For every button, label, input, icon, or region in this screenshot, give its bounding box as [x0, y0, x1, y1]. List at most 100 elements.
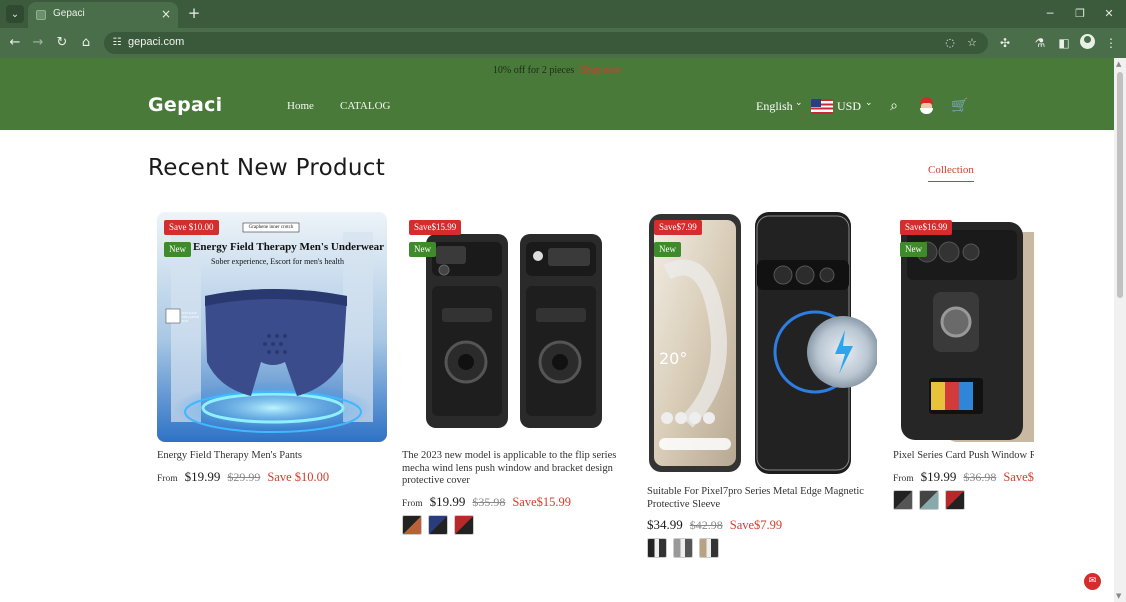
scroll-down-icon[interactable]: ▼: [1116, 592, 1121, 600]
section-title: Recent New Product: [148, 155, 386, 181]
image-caption: Energy Field Therapy Men's Underwear: [193, 241, 385, 253]
side-panel-icon[interactable]: ◧: [1055, 34, 1073, 52]
sale-price: $34.99: [647, 517, 683, 532]
image-side-label: RELEASE NEGATIVE ION: [182, 311, 200, 323]
product-image[interactable]: Save$7.99 New 20°: [647, 212, 877, 478]
save-amount: Save$15.99: [512, 495, 572, 509]
new-badge: New: [654, 242, 681, 257]
price-row: From $19.99 $36.98 Save$16.: [893, 468, 1034, 486]
sale-price: $19.99: [184, 469, 221, 484]
compare-price: $35.98: [472, 495, 506, 509]
product-image[interactable]: Save$15.99 New: [402, 212, 632, 442]
color-swatches: [402, 515, 474, 535]
home-icon[interactable]: ⌂: [77, 34, 95, 52]
browser-tab[interactable]: Gepaci ×: [28, 2, 178, 28]
announcement-bar: 10% off for 2 pieces Shop now: [0, 58, 1114, 84]
compare-price: $36.98: [963, 470, 997, 484]
more-menu-icon[interactable]: ⋮: [1102, 34, 1120, 52]
save-badge: Save $10.00: [164, 220, 219, 235]
save-amount: Save $10.00: [267, 470, 330, 484]
santa-account-icon[interactable]: [918, 97, 935, 115]
minimize-icon[interactable]: ─: [1041, 6, 1059, 22]
restore-icon[interactable]: ❐: [1071, 6, 1089, 22]
scroll-up-icon[interactable]: ▲: [1116, 60, 1121, 68]
nav-catalog[interactable]: CATALOG: [340, 100, 390, 112]
site-info-icon[interactable]: ☷: [110, 36, 124, 50]
swatch-red[interactable]: [945, 490, 965, 510]
cart-icon[interactable]: 🛒: [950, 96, 970, 116]
new-tab-plus-icon[interactable]: +: [186, 5, 202, 21]
search-icon[interactable]: ⌕: [884, 96, 904, 116]
profile-avatar-icon[interactable]: [1080, 34, 1095, 49]
price-row: From $19.99 $29.99 Save $10.00: [157, 468, 329, 486]
from-label: From: [402, 499, 423, 509]
image-temp-text: 20°: [659, 349, 688, 368]
forward-arrow-icon[interactable]: →: [29, 34, 47, 52]
new-badge: New: [409, 242, 436, 257]
new-badge: New: [164, 242, 191, 257]
lab-flask-icon[interactable]: ⚗: [1031, 34, 1049, 52]
swatch-black[interactable]: [647, 538, 667, 558]
browser-toolbar: ← → ↻ ⌂ ☷ gepaci.com ◌ ☆ ✣ ⚗ ◧ ⋮: [0, 28, 1126, 58]
save-amount: Save$16.: [1003, 470, 1034, 484]
image-subcaption: Sober experience, Escort for men's healt…: [211, 257, 344, 266]
language-selector[interactable]: English: [756, 99, 793, 114]
product-title[interactable]: Pixel Series Card Push Window Rin: [893, 450, 1034, 463]
eye-off-icon[interactable]: ◌: [942, 35, 958, 51]
sale-price: $19.99: [920, 469, 957, 484]
swatch-silver[interactable]: [673, 538, 693, 558]
product-image[interactable]: Save$16.99 New: [893, 212, 1034, 442]
swatch-gold[interactable]: [699, 538, 719, 558]
product-title[interactable]: The 2023 new model is applicable to the …: [402, 450, 634, 488]
back-arrow-icon[interactable]: ←: [6, 34, 24, 52]
collection-tab[interactable]: Collection: [928, 164, 974, 182]
product-image[interactable]: Save $10.00 New Graphene inner crotch En…: [157, 212, 387, 442]
save-amount: Save$7.99: [729, 518, 783, 532]
color-swatches: [647, 538, 719, 558]
site-favicon-icon: [36, 10, 46, 20]
address-bar[interactable]: ☷ gepaci.com ◌ ☆: [104, 32, 988, 54]
compare-price: $29.99: [227, 470, 261, 484]
extensions-puzzle-icon[interactable]: ✣: [996, 34, 1014, 52]
color-swatches: [893, 490, 965, 510]
language-chevron-icon[interactable]: ⌄: [795, 98, 803, 108]
tab-close-icon[interactable]: ×: [159, 7, 173, 21]
reload-icon[interactable]: ↻: [53, 34, 71, 52]
page-scrollbar[interactable]: ▲ ▼: [1114, 58, 1126, 602]
product-card[interactable]: Save$16.99 New Pixel Series Card Push Wi…: [893, 212, 1034, 532]
us-flag-icon: [811, 99, 833, 114]
tab-search-chevron-icon[interactable]: ⌄: [6, 5, 24, 23]
tab-title: Gepaci: [53, 8, 85, 19]
nav-home[interactable]: Home: [287, 100, 314, 112]
swatch-gray[interactable]: [919, 490, 939, 510]
currency-selector[interactable]: USD: [837, 99, 861, 114]
swatch-black[interactable]: [893, 490, 913, 510]
url-text[interactable]: gepaci.com: [128, 36, 184, 48]
from-label: From: [157, 474, 178, 484]
chat-widget-icon[interactable]: ✉: [1084, 573, 1101, 590]
window-close-icon[interactable]: ✕: [1100, 6, 1118, 22]
swatch-red[interactable]: [454, 515, 474, 535]
site-header: Gepaci Home CATALOG English ⌄ USD ⌄ ⌕ 🛒: [0, 84, 1114, 130]
from-label: From: [893, 474, 914, 484]
bookmark-star-icon[interactable]: ☆: [964, 35, 980, 51]
new-badge: New: [900, 242, 927, 257]
shop-now-link[interactable]: Shop now: [581, 65, 621, 76]
save-badge: Save$16.99: [900, 220, 953, 235]
announcement-text: 10% off for 2 pieces: [492, 65, 575, 76]
sale-price: $19.99: [429, 494, 466, 509]
scrollbar-thumb[interactable]: [1117, 72, 1123, 298]
save-badge: Save$15.99: [409, 220, 462, 235]
save-badge: Save$7.99: [654, 220, 702, 235]
currency-chevron-icon[interactable]: ⌄: [865, 98, 873, 108]
browser-tab-bar: ⌄ Gepaci × + ─ ❐ ✕: [0, 0, 1126, 28]
product-title[interactable]: Suitable For Pixel7pro Series Metal Edge…: [647, 486, 879, 511]
web-page: 10% off for 2 pieces Shop now Gepaci Hom…: [0, 58, 1114, 602]
swatch-blue[interactable]: [428, 515, 448, 535]
price-row: From $19.99 $35.98 Save$15.99: [402, 493, 571, 511]
swatch-black[interactable]: [402, 515, 422, 535]
site-logo[interactable]: Gepaci: [148, 94, 222, 116]
price-row: $34.99 $42.98 Save$7.99: [647, 516, 782, 534]
product-title[interactable]: Energy Field Therapy Men's Pants: [157, 450, 387, 463]
image-tag-text: Graphene inner crotch: [248, 225, 294, 230]
